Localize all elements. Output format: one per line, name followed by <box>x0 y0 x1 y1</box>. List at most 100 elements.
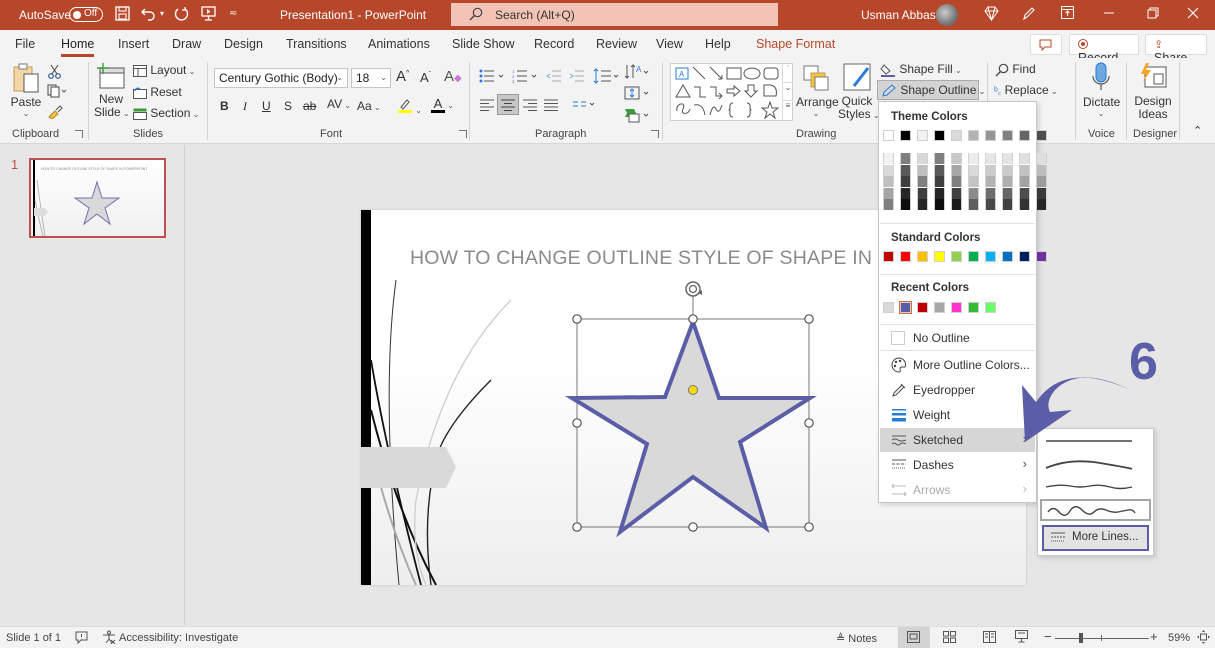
theme-shade-swatch[interactable] <box>1036 176 1047 187</box>
theme-shade-swatch[interactable] <box>951 199 962 210</box>
bold-button[interactable]: B <box>220 99 229 113</box>
theme-shade-swatch[interactable] <box>917 187 928 199</box>
theme-shade-swatch[interactable] <box>1002 176 1013 187</box>
normal-view-button[interactable] <box>898 627 930 648</box>
present-icon[interactable] <box>201 6 216 24</box>
theme-shade-swatch[interactable] <box>917 176 928 187</box>
shape-fill-button[interactable]: Shape Fill ⌄ <box>880 62 962 77</box>
theme-color-swatch[interactable] <box>934 130 945 141</box>
theme-shade-swatch[interactable] <box>1019 164 1030 176</box>
underline-button[interactable]: U <box>262 99 271 113</box>
theme-shade-swatch[interactable] <box>1002 164 1013 176</box>
close-icon[interactable] <box>1187 6 1199 22</box>
grow-font-button[interactable]: A^ <box>396 68 409 85</box>
clipboard-launcher-icon[interactable] <box>75 130 83 138</box>
standard-color-swatch[interactable] <box>951 251 962 262</box>
menu-item-dashes[interactable]: Dashes › <box>880 453 1035 477</box>
format-painter-icon[interactable] <box>47 105 63 122</box>
theme-shade-swatch[interactable] <box>951 153 962 164</box>
copy-icon[interactable] <box>47 84 67 101</box>
increase-indent-button[interactable] <box>569 69 585 86</box>
sketch-option-scribble[interactable] <box>1040 499 1151 521</box>
numbering-button[interactable]: 123 <box>512 69 538 86</box>
theme-shade-swatch[interactable] <box>1002 153 1013 164</box>
theme-shade-swatch[interactable] <box>951 187 962 199</box>
more-lines-button[interactable]: More Lines... <box>1042 525 1149 551</box>
font-size-dropdown[interactable]: 18 ⌄ <box>351 68 391 88</box>
recent-color-swatch[interactable] <box>917 302 928 313</box>
theme-shade-swatch[interactable] <box>985 176 996 187</box>
standard-color-swatch[interactable] <box>917 251 928 262</box>
theme-shade-swatch[interactable] <box>1019 187 1030 199</box>
section-button[interactable]: Section ⌄ <box>133 106 199 120</box>
tab-slide-show[interactable]: Slide Show <box>452 37 515 51</box>
theme-shade-swatch[interactable] <box>1036 153 1047 164</box>
cut-icon[interactable] <box>48 64 61 82</box>
theme-shade-swatch[interactable] <box>900 164 911 176</box>
standard-color-swatch[interactable] <box>968 251 979 262</box>
change-case-button[interactable]: Aa ⌄ <box>357 99 381 113</box>
theme-shade-swatch[interactable] <box>1019 199 1030 210</box>
theme-shade-swatch[interactable] <box>985 164 996 176</box>
theme-shade-swatch[interactable] <box>883 176 894 187</box>
slide-sorter-icon[interactable] <box>943 631 956 646</box>
theme-shade-swatch[interactable] <box>900 199 911 210</box>
theme-shade-swatch[interactable] <box>1002 199 1013 210</box>
recent-color-swatch[interactable] <box>968 302 979 313</box>
theme-color-swatch[interactable] <box>985 130 996 141</box>
zoom-in-button[interactable]: + <box>1150 629 1158 644</box>
design-ideas-button[interactable]: Design Ideas <box>1133 62 1173 121</box>
tab-help[interactable]: Help <box>705 37 731 51</box>
theme-color-swatch[interactable] <box>968 130 979 141</box>
pen-icon[interactable] <box>1021 6 1036 24</box>
theme-shade-swatch[interactable] <box>917 199 928 210</box>
theme-shade-swatch[interactable] <box>951 164 962 176</box>
shadow-button[interactable]: S <box>284 99 292 113</box>
comments-button[interactable] <box>1030 34 1062 55</box>
tab-home[interactable]: Home <box>61 37 95 57</box>
recent-color-swatch[interactable] <box>934 302 945 313</box>
paragraph-launcher-icon[interactable] <box>651 130 659 138</box>
theme-shade-swatch[interactable] <box>951 176 962 187</box>
sketch-option-freehand[interactable] <box>1040 477 1151 499</box>
search-box[interactable]: Search (Alt+Q) <box>451 3 778 26</box>
font-color-button[interactable]: A ⌄ <box>431 97 454 113</box>
fit-to-window-icon[interactable] <box>1197 630 1210 647</box>
theme-color-swatch[interactable] <box>951 130 962 141</box>
recent-color-swatch[interactable] <box>899 301 912 314</box>
restore-icon[interactable] <box>1147 6 1159 22</box>
gallery-up-icon[interactable]: ⌃ <box>783 64 793 82</box>
recent-color-swatch[interactable] <box>985 302 996 313</box>
record-button[interactable]: Record <box>1069 34 1139 65</box>
accessibility-icon[interactable] <box>102 630 116 647</box>
standard-color-swatch[interactable] <box>1036 251 1047 262</box>
tab-draw[interactable]: Draw <box>172 37 201 51</box>
arrange-button[interactable]: Arrange ⌄ <box>796 64 839 118</box>
save-icon[interactable] <box>115 6 130 24</box>
quick-styles-button[interactable]: Quick Styles ⌄ <box>838 62 880 122</box>
decrease-indent-button[interactable] <box>546 69 562 86</box>
new-slide-button[interactable]: New Slide ⌄ <box>94 62 130 120</box>
align-center-button[interactable] <box>497 94 519 115</box>
font-name-dropdown[interactable]: Century Gothic (Body) ⌄ <box>214 68 348 88</box>
sketch-option-curved[interactable] <box>1040 455 1151 477</box>
theme-color-swatch[interactable] <box>1019 130 1030 141</box>
align-text-button[interactable] <box>624 85 652 104</box>
theme-color-swatch[interactable] <box>1036 130 1047 141</box>
clear-formatting-button[interactable]: A◆ <box>444 68 462 85</box>
theme-shade-swatch[interactable] <box>883 153 894 164</box>
gallery-more-icon[interactable]: ≡ <box>783 100 793 118</box>
theme-shade-swatch[interactable] <box>934 199 945 210</box>
standard-color-swatch[interactable] <box>1002 251 1013 262</box>
customize-toolbar-icon[interactable]: ≂ <box>229 6 237 22</box>
theme-shade-swatch[interactable] <box>934 164 945 176</box>
ribbon-display-icon[interactable] <box>1061 6 1074 22</box>
user-avatar[interactable] <box>936 4 958 26</box>
paste-button[interactable]: Paste ⌄ <box>10 62 42 118</box>
theme-shade-swatch[interactable] <box>917 164 928 176</box>
tab-shape-format[interactable]: Shape Format <box>756 37 835 51</box>
notes-button[interactable]: ≜ Notes <box>836 632 877 645</box>
theme-shade-swatch[interactable] <box>1036 164 1047 176</box>
standard-color-swatch[interactable] <box>1019 251 1030 262</box>
reading-view-icon[interactable] <box>983 631 996 646</box>
